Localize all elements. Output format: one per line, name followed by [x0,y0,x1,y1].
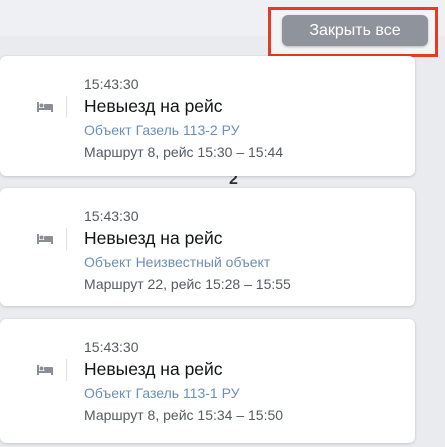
notification-route: Маршрут 8, рейс 15:30 – 15:44 [84,144,284,160]
notification-card[interactable]: 15:43:30 Невыезд на рейс Объект Неизвест… [0,188,415,306]
bed-icon [37,102,53,112]
notification-object[interactable]: Объект Неизвестный объект [84,254,270,270]
notification-card[interactable]: 15:43:30 Невыезд на рейс Объект Газель 1… [0,319,415,443]
card-divider [66,359,67,381]
notification-time: 15:43:30 [84,208,139,224]
notification-time: 15:43:30 [84,76,139,92]
notification-card[interactable]: 15:43:30 Невыезд на рейс Объект Газель 1… [0,56,415,176]
notification-title: Невыезд на рейс [84,96,223,116]
card-divider [66,228,67,250]
notification-title: Невыезд на рейс [84,228,223,248]
bed-icon [37,234,53,244]
notification-route: Маршрут 8, рейс 15:34 – 15:50 [84,407,284,423]
bed-icon [37,365,53,375]
card-divider [66,96,67,118]
close-all-button[interactable]: Закрыть все [282,15,428,46]
close-all-highlight: Закрыть все [268,7,438,57]
notification-title: Невыезд на рейс [84,359,223,379]
notification-object[interactable]: Объект Газель 113-1 РУ [84,385,240,401]
notification-time: 15:43:30 [84,339,139,355]
notification-object[interactable]: Объект Газель 113-2 РУ [84,122,240,138]
notification-route: Маршрут 22, рейс 15:28 – 15:55 [84,276,291,292]
